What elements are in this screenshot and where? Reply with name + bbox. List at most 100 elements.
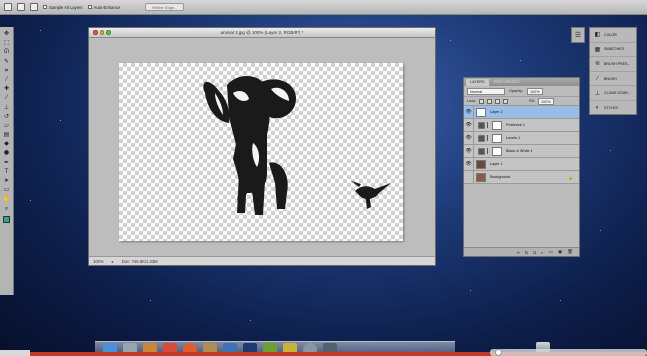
marquee-icon[interactable]: ⬚ [2, 39, 11, 47]
new-group-icon[interactable]: ▭ [549, 249, 553, 255]
add-selection-icon[interactable] [30, 3, 38, 11]
visibility-eye-icon[interactable]: 👁 [464, 118, 474, 132]
chain-icon[interactable] [487, 135, 490, 141]
layer-mask-thumbnail [492, 146, 502, 156]
layer-row[interactable]: 👁 Layer 2 [464, 105, 579, 119]
panel-styles[interactable]: ◐ STYLES [590, 101, 636, 116]
link-layers-icon[interactable]: ∞ [517, 250, 520, 255]
healing-icon[interactable]: ✚ [2, 85, 11, 93]
layer-name[interactable]: Background [490, 175, 568, 179]
visibility-eye-icon[interactable] [464, 170, 474, 184]
adjustment-thumbnail [478, 147, 485, 155]
path-select-icon[interactable]: ➤ [2, 177, 11, 185]
layers-footer: ∞ fx ◘ ◐ ▭ ▣ 🗑 [464, 247, 579, 256]
foreground-color-swatch[interactable] [3, 215, 10, 223]
layer-name[interactable]: Layer 1 [490, 162, 579, 166]
quick-select-icon[interactable]: ✎ [2, 58, 11, 66]
layer-name[interactable]: Posterize 1 [506, 123, 579, 127]
panel-swatches[interactable]: ▦ SWATCHES [590, 43, 636, 58]
layers-panel: LAYERS PATH SPACES Normal Opacity: 100% … [463, 77, 580, 257]
history-panel-icon[interactable]: ☰ [575, 31, 581, 39]
history-brush-icon[interactable]: ↺ [2, 113, 11, 121]
auto-enhance-checkbox[interactable]: Auto-Enhance [87, 5, 120, 10]
visibility-eye-icon[interactable]: 👁 [464, 144, 474, 158]
tab-layers[interactable]: LAYERS [466, 79, 489, 86]
blend-mode-select[interactable]: Normal [467, 87, 505, 95]
pen-icon[interactable]: ✒ [2, 159, 11, 167]
visibility-eye-icon[interactable]: 👁 [464, 105, 474, 119]
crop-icon[interactable]: ⌗ [2, 67, 11, 75]
zoom-level[interactable]: 100% [93, 259, 104, 264]
tab-paths[interactable]: PATH SPACES [490, 79, 524, 86]
volume-knob[interactable] [495, 349, 502, 356]
lasso-icon[interactable]: ᘏ [2, 48, 11, 56]
fill-label: Fill: [529, 99, 535, 103]
layer-row[interactable]: 👁 Layer 1 [464, 157, 579, 171]
layer-thumbnail [476, 159, 486, 169]
opacity-input[interactable]: 100% [526, 87, 543, 95]
swatches-icon: ▦ [594, 46, 601, 53]
refine-edge-button[interactable]: Refine Edge... [145, 3, 185, 11]
lock-transparent-icon[interactable] [479, 98, 485, 104]
brush-icon[interactable]: ⁄ [2, 94, 11, 102]
layers-tabs: LAYERS PATH SPACES [464, 78, 579, 86]
layer-row[interactable]: 👁 Black & White 1 [464, 144, 579, 158]
brush-presets-icon: ≋ [594, 61, 601, 68]
blend-row: Normal Opacity: 100% [464, 86, 579, 97]
collapsed-panels: ◧ COLOR ▦ SWATCHES ≋ BRUSH PRES... ⁄ BRU… [589, 27, 637, 115]
panel-collapse-button[interactable]: ☰ [571, 27, 585, 43]
eyedropper-icon[interactable]: ⁄ [2, 76, 11, 84]
layer-row[interactable]: Background 🔒 [464, 170, 579, 184]
canvas-area[interactable] [89, 38, 435, 257]
zoom-icon[interactable]: ⌕ [2, 205, 11, 213]
chain-icon[interactable] [487, 148, 490, 154]
eraser-icon[interactable]: ▱ [2, 122, 11, 130]
layer-mask-thumbnail [492, 120, 502, 130]
new-layer-icon[interactable]: ▣ [558, 249, 562, 255]
adjustment-thumbnail [478, 134, 485, 142]
layer-name[interactable]: Black & White 1 [506, 149, 579, 153]
panel-clone-source[interactable]: ⊥ CLONE SOUR... [590, 86, 636, 101]
panel-color[interactable]: ◧ COLOR [590, 28, 636, 43]
video-volume-bar[interactable] [490, 349, 647, 356]
brush-icon: ⁄ [596, 75, 598, 82]
fill-input[interactable]: 100% [537, 97, 554, 105]
layer-name[interactable]: Layer 2 [490, 110, 579, 114]
move-icon[interactable]: ✥ [2, 30, 11, 38]
clone-source-icon: ⊥ [594, 90, 601, 97]
options-bar: Sample All Layers Auto-Enhance Refine Ed… [0, 0, 647, 15]
lock-position-icon[interactable] [495, 98, 501, 104]
brush-picker-icon[interactable] [17, 3, 25, 11]
gradient-icon[interactable]: ▤ [2, 131, 11, 139]
visibility-eye-icon[interactable]: 👁 [464, 157, 474, 171]
opacity-label: Opacity: [509, 89, 523, 93]
doc-size: Doc: 746.6K/1.33M [121, 258, 158, 264]
video-controls[interactable] [0, 350, 30, 356]
layer-name[interactable]: Levels 1 [506, 136, 579, 140]
image-canvas[interactable] [119, 63, 403, 241]
panel-brush-presets[interactable]: ≋ BRUSH PRES... [590, 57, 636, 72]
quick-select-tool-icon[interactable] [4, 3, 12, 11]
hand-icon[interactable]: ✋ [2, 195, 11, 203]
clone-stamp-icon[interactable]: ⊥ [2, 104, 11, 112]
chain-icon[interactable] [487, 122, 490, 128]
layer-row[interactable]: 👁 Levels 1 [464, 131, 579, 145]
shape-icon[interactable]: ▭ [2, 186, 11, 194]
adjustment-thumbnail [478, 121, 485, 129]
dodge-icon[interactable]: ● [2, 149, 11, 157]
lock-pixels-icon[interactable] [487, 98, 493, 104]
trash-icon[interactable]: 🗑 [567, 249, 573, 255]
visibility-eye-icon[interactable]: 👁 [464, 131, 474, 145]
document-title-bar[interactable]: animal 3.jpg @ 100% (Layer 2, RGB/8*) * [89, 28, 435, 38]
layer-row[interactable]: 👁 Posterize 1 [464, 118, 579, 132]
lock-all-icon[interactable] [503, 98, 509, 104]
panel-brush[interactable]: ⁄ BRUSH [590, 72, 636, 87]
blur-icon[interactable]: ◆ [2, 140, 11, 148]
add-mask-icon[interactable]: ◘ [533, 250, 536, 255]
type-icon[interactable]: T [2, 168, 11, 176]
layer-mask-thumbnail [492, 133, 502, 143]
status-icon[interactable]: ▸ [112, 259, 114, 264]
sample-all-layers-checkbox[interactable]: Sample All Layers [43, 5, 83, 10]
adjustment-layer-icon[interactable]: ◐ [541, 250, 544, 255]
fx-icon[interactable]: fx [525, 250, 529, 255]
